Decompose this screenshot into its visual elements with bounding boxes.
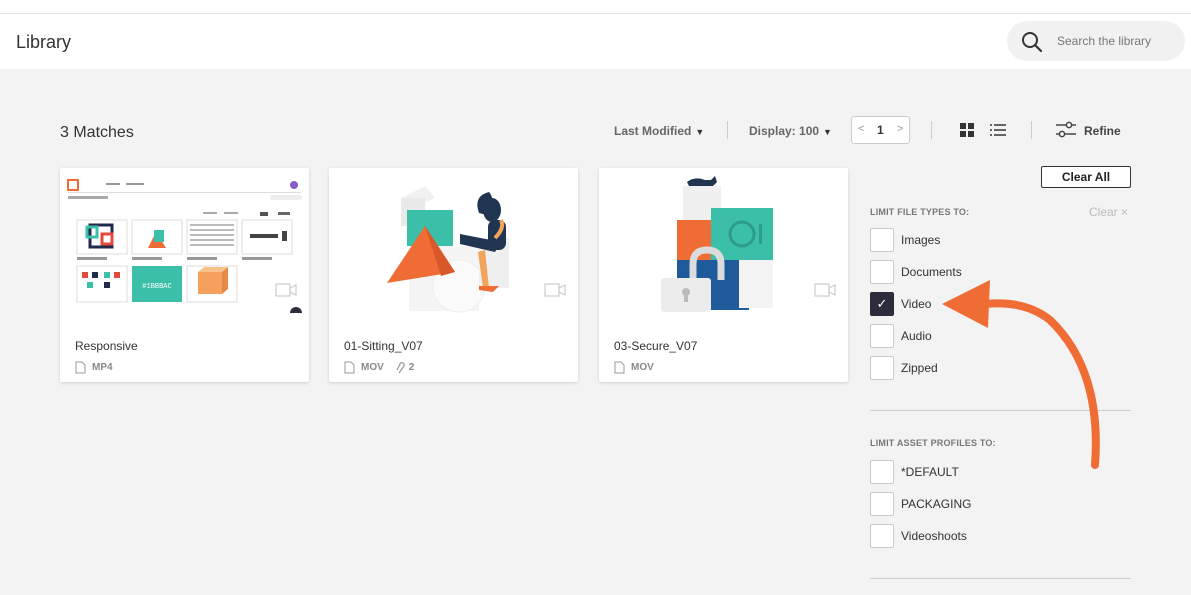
file-type: MP4 xyxy=(92,362,113,373)
clear-file-types-link[interactable]: Clear × xyxy=(1089,205,1128,219)
asset-card[interactable]: 01-Sitting_V07 MOV 2 xyxy=(329,168,578,382)
checkbox-label-video[interactable]: Video xyxy=(901,297,931,311)
refine-button[interactable]: Refine xyxy=(1084,124,1121,138)
top-bar xyxy=(0,0,1191,13)
file-type: MOV xyxy=(361,362,384,373)
checkbox-documents[interactable] xyxy=(870,260,894,284)
asset-card[interactable]: 03-Secure_V07 MOV xyxy=(599,168,848,382)
checkbox-packaging[interactable] xyxy=(870,492,894,516)
file-type: MOV xyxy=(631,362,654,373)
checkmark-icon: ✓ xyxy=(876,296,888,311)
file-icon xyxy=(344,361,355,374)
asset-thumbnail[interactable] xyxy=(329,168,578,313)
sitting-woman-illustration xyxy=(329,168,578,313)
checkbox-label-audio[interactable]: Audio xyxy=(901,329,932,343)
toolbar-separator xyxy=(1031,121,1032,139)
list-view-icon[interactable] xyxy=(990,123,1006,138)
checkbox-video[interactable]: ✓ xyxy=(870,292,894,316)
page-number[interactable]: 1 xyxy=(877,123,884,137)
asset-name[interactable]: 01-Sitting_V07 xyxy=(344,339,423,353)
checkbox-label-images[interactable]: Images xyxy=(901,233,940,247)
section-divider xyxy=(870,578,1131,579)
sort-dropdown[interactable]: Last Modified ▼ xyxy=(614,124,704,138)
clear-all-button[interactable]: Clear All xyxy=(1041,166,1131,188)
asset-meta: MP4 xyxy=(75,361,113,374)
checkbox-videoshoots[interactable] xyxy=(870,524,894,548)
clear-link-label: Clear xyxy=(1089,205,1118,219)
page-header: Library Search the library xyxy=(0,14,1191,69)
close-icon: × xyxy=(1121,205,1129,219)
refine-sliders-icon[interactable] xyxy=(1055,121,1077,139)
checkbox-audio[interactable] xyxy=(870,324,894,348)
asset-thumbnail[interactable] xyxy=(599,168,848,313)
secure-lock-illustration xyxy=(599,168,848,313)
asset-name[interactable]: 03-Secure_V07 xyxy=(614,339,697,353)
chevron-down-icon: ▼ xyxy=(695,127,705,137)
video-icon xyxy=(544,283,566,297)
checkbox-zipped[interactable] xyxy=(870,356,894,380)
checkbox-images[interactable] xyxy=(870,228,894,252)
asset-card[interactable]: #1BBBAC Responsive MP4 xyxy=(60,168,309,382)
toolbar-separator xyxy=(931,121,932,139)
grid-view-icon[interactable] xyxy=(960,123,975,138)
chevron-down-icon: ▼ xyxy=(823,127,832,137)
asset-name[interactable]: Responsive xyxy=(75,339,138,353)
checkbox-label-packaging[interactable]: PACKAGING xyxy=(901,497,971,511)
search-placeholder: Search the library xyxy=(1057,34,1152,48)
asset-thumbnail[interactable]: #1BBBAC xyxy=(60,168,309,313)
video-icon xyxy=(814,283,836,297)
asset-meta: MOV 2 xyxy=(344,361,414,374)
annotation-arrow xyxy=(942,280,1100,469)
attachment-count: 2 xyxy=(408,362,415,373)
file-icon xyxy=(75,361,86,374)
color-swatch-label: #1BBBAC xyxy=(142,283,171,291)
asset-meta: MOV xyxy=(614,361,654,374)
checkbox-label-videoshoots[interactable]: Videoshoots xyxy=(901,529,967,543)
toolbar-separator xyxy=(727,121,728,139)
library-screenshot-thumbnail: #1BBBAC xyxy=(60,168,309,313)
next-page-icon[interactable]: > xyxy=(897,123,903,135)
page-title: Library xyxy=(16,32,72,52)
sort-label: Last Modified xyxy=(614,124,692,138)
prev-page-icon[interactable]: < xyxy=(858,123,864,135)
file-types-heading: LIMIT FILE TYPES TO: xyxy=(870,207,970,217)
checkbox-default[interactable] xyxy=(870,460,894,484)
display-dropdown[interactable]: Display: 100 ▼ xyxy=(749,124,832,138)
search-icon xyxy=(1022,32,1043,53)
match-count: 3 Matches xyxy=(60,124,134,141)
file-icon xyxy=(614,361,625,374)
search-input[interactable]: Search the library xyxy=(1007,21,1185,61)
display-label: Display: 100 xyxy=(749,124,820,138)
video-icon xyxy=(275,283,297,297)
paperclip-icon xyxy=(396,361,405,373)
pagination: < 1 > xyxy=(851,116,910,144)
